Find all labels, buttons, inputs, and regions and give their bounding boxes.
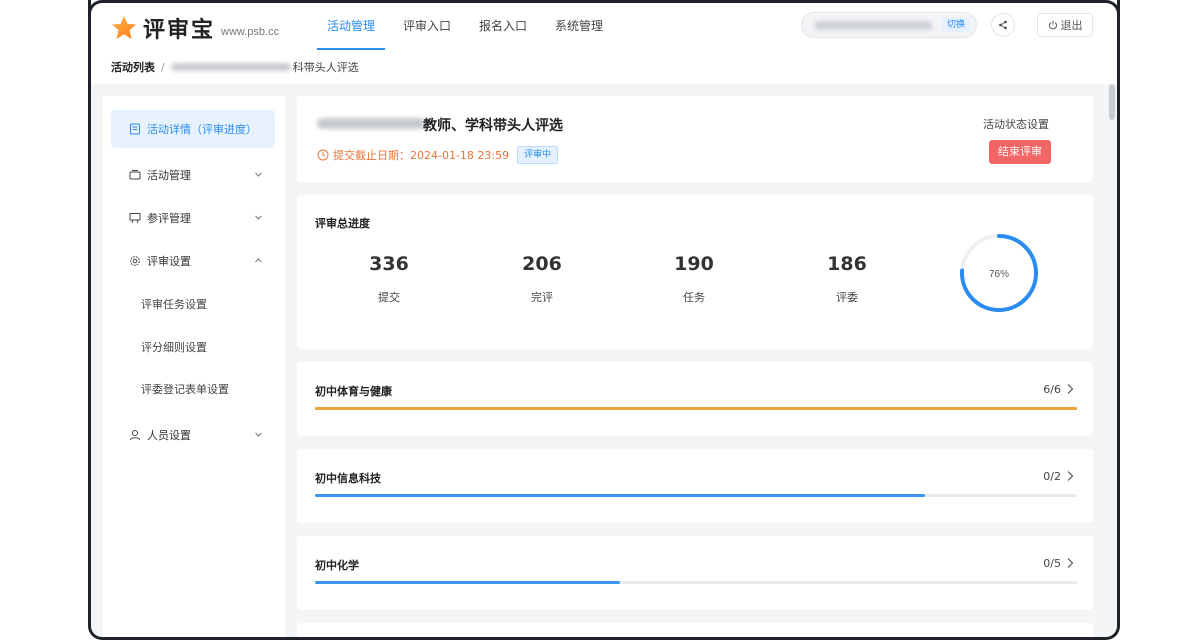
sidebar-item-label: 参评管理 — [147, 212, 191, 225]
chevron-down-icon — [255, 432, 262, 437]
category-progress-fill — [315, 581, 620, 584]
chevron-right-icon[interactable] — [1065, 383, 1075, 395]
logout-label: 退出 — [1060, 19, 1083, 32]
share-icon — [999, 20, 1007, 30]
sidebar-subitem-judge-form[interactable]: 评委登记表单设置 — [111, 375, 275, 405]
sidebar-item-label: 人员设置 — [147, 429, 191, 442]
sidebar-subitem-task-settings[interactable]: 评审任务设置 — [111, 290, 275, 320]
category-count: 6/6 — [1043, 383, 1061, 396]
stat-label: 提交 — [378, 291, 400, 304]
scrollbar[interactable] — [1109, 84, 1115, 120]
chevron-up-icon — [255, 258, 262, 263]
sidebar-item-label: 活动管理 — [147, 169, 191, 182]
category-count: 0/2 — [1043, 470, 1061, 483]
stat-value: 206 — [522, 253, 562, 275]
ring-percent-label: 76% — [989, 269, 1009, 280]
device-frame: 评审宝 www.psb.cc 活动管理 评审入口 报名入口 系统管理 切换 退出 — [88, 0, 1120, 640]
progress-ring: 76% — [960, 234, 1038, 312]
gear-icon — [130, 256, 140, 266]
nav-registration-entry[interactable]: 报名入口 — [465, 0, 541, 50]
stat-value: 190 — [674, 253, 714, 275]
chevron-right-icon[interactable] — [1065, 470, 1075, 482]
stat-label: 任务 — [683, 291, 705, 304]
status-badge: 评审中 — [517, 146, 559, 164]
sidebar-item-review-settings[interactable]: 评审设置 — [111, 242, 275, 280]
category-progress-track — [315, 494, 1077, 497]
sidebar-subitem-scoring-rules[interactable]: 评分细则设置 — [111, 333, 275, 363]
org-switcher[interactable]: 切换 — [801, 12, 977, 38]
share-button[interactable] — [991, 13, 1015, 37]
breadcrumb: 活动列表 / 科带头人评选 — [91, 50, 1117, 84]
category-name: 初中化学 — [315, 559, 359, 572]
activity-header-card: 教师、学科带头人评选 提交截止日期：2024-01-18 23:59 评审中 活… — [297, 96, 1093, 182]
category-name: 初中信息科技 — [315, 472, 381, 485]
nav-activity-management[interactable]: 活动管理 — [313, 0, 389, 50]
nav-system-management[interactable]: 系统管理 — [541, 0, 617, 50]
logo-url: www.psb.cc — [221, 26, 280, 38]
stat-judges: 186 评委 — [807, 253, 887, 305]
category-progress-track — [315, 407, 1077, 410]
app-screen: 评审宝 www.psb.cc 活动管理 评审入口 报名入口 系统管理 切换 退出 — [91, 0, 1117, 637]
category-card[interactable]: 初中化学 0/5 — [297, 536, 1093, 610]
activity-title: 教师、学科带头人评选 — [423, 118, 563, 134]
end-review-button[interactable]: 结束评审 — [989, 140, 1051, 164]
category-card-partial[interactable] — [297, 623, 1093, 637]
deadline-row: 提交截止日期：2024-01-18 23:59 评审中 — [317, 146, 559, 164]
chevron-right-icon[interactable] — [1065, 557, 1075, 569]
breadcrumb-current: 科带头人评选 — [292, 61, 359, 74]
clock-icon — [317, 149, 329, 161]
nav-review-entry[interactable]: 评审入口 — [389, 0, 465, 50]
stat-label: 评委 — [836, 291, 858, 304]
sidebar-item-personnel-settings[interactable]: 人员设置 — [111, 416, 275, 454]
overall-progress-card: 评审总进度 336 提交 206 完评 190 任务 186 评委 76% — [297, 195, 1093, 349]
title-redacted — [317, 118, 425, 129]
logout-button[interactable]: 退出 — [1037, 13, 1093, 37]
folder-icon — [129, 170, 141, 180]
deadline-text: 提交截止日期：2024-01-18 23:59 — [333, 149, 510, 162]
org-name-redacted — [814, 21, 932, 30]
sidebar-item-activity-details[interactable]: 活动详情（评审进度） — [111, 110, 275, 148]
breadcrumb-separator: / — [161, 60, 165, 74]
document-icon — [130, 123, 140, 135]
breadcrumb-activity-list[interactable]: 活动列表 — [111, 59, 155, 75]
chevron-down-icon — [255, 215, 262, 220]
progress-title: 评审总进度 — [315, 217, 370, 230]
chevron-down-icon — [255, 172, 262, 177]
logo[interactable]: 评审宝 www.psb.cc — [111, 12, 279, 44]
stat-value: 336 — [369, 253, 409, 275]
main-nav: 活动管理 评审入口 报名入口 系统管理 — [313, 0, 617, 50]
star-logo-icon — [112, 16, 136, 39]
breadcrumb-redacted — [170, 63, 291, 71]
top-header: 评审宝 www.psb.cc 活动管理 评审入口 报名入口 系统管理 切换 退出 — [91, 0, 1117, 51]
sidebar: 活动详情（评审进度） 活动管理 参评管理 评审设置 评审任务设置 评分细则设置 … — [103, 96, 285, 637]
presentation-icon — [129, 213, 141, 224]
sidebar-item-label: 活动详情（评审进度） — [147, 123, 257, 136]
category-card[interactable]: 初中体育与健康 6/6 — [297, 362, 1093, 436]
category-progress-fill — [315, 494, 925, 497]
sidebar-item-entry-management[interactable]: 参评管理 — [111, 199, 275, 237]
stat-value: 186 — [827, 253, 867, 275]
stat-submitted: 336 提交 — [349, 253, 429, 305]
category-card[interactable]: 初中信息科技 0/2 — [297, 449, 1093, 523]
category-name: 初中体育与健康 — [315, 385, 392, 398]
sidebar-item-activity-management[interactable]: 活动管理 — [111, 156, 275, 194]
status-setting-label: 活动状态设置 — [983, 118, 1049, 131]
stat-tasks: 190 任务 — [654, 253, 734, 305]
logo-text: 评审宝 — [143, 18, 216, 43]
power-icon — [1048, 20, 1057, 30]
switch-button[interactable]: 切换 — [941, 18, 970, 32]
stat-completed: 206 完评 — [502, 253, 582, 305]
category-progress-fill — [315, 407, 1077, 410]
sidebar-item-label: 评审设置 — [147, 255, 191, 268]
category-count: 0/5 — [1043, 557, 1061, 570]
category-progress-track — [315, 581, 1077, 584]
user-icon — [130, 430, 140, 441]
stat-label: 完评 — [531, 291, 553, 304]
